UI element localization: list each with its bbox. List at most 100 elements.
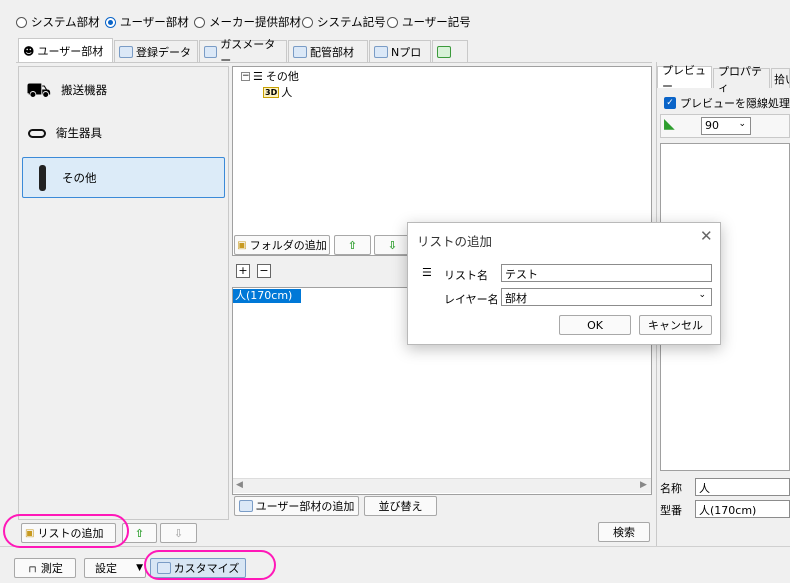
tree-child-item[interactable]: 3D 人 [263, 84, 292, 100]
list-item-selected[interactable]: 人(170cm) [233, 289, 301, 303]
ruler-icon: ┌┐ [27, 563, 38, 573]
category-label: その他 [62, 170, 97, 185]
tab-user-parts[interactable]: ☻ ユーザー部材 [18, 38, 113, 63]
move-down-button[interactable]: ⇩ [374, 235, 411, 255]
cancel-label: キャンセル [648, 319, 703, 332]
person-icon [39, 164, 46, 191]
scroll-left-icon[interactable]: ◀ [236, 480, 243, 490]
tab-label: プレビュー [662, 63, 706, 93]
chevron-down-icon: ⌄ [738, 119, 746, 129]
tab-divider [16, 62, 652, 63]
list-name-input[interactable]: テスト [501, 264, 712, 282]
arrow-down-icon: ⇩ [387, 238, 398, 252]
add-list-dialog: リストの追加 ✕ ☰ リスト名 テスト レイヤー名 部材 ⌄ OK キャンセル [407, 222, 721, 345]
ok-button[interactable]: OK [559, 315, 631, 335]
radio-maker-parts[interactable]: メーカー提供部材 [194, 14, 301, 30]
cube-icon [374, 45, 388, 58]
radio-dot [302, 16, 313, 28]
arrow-down-icon: ⇩ [173, 526, 184, 540]
layer-value: 部材 [505, 292, 527, 305]
checkbox-label: プレビューを隠線処理す [680, 97, 790, 110]
measure-button[interactable]: ┌┐ 測定 [14, 558, 76, 578]
dialog-title: リストの追加 [417, 234, 493, 249]
radio-user-parts[interactable]: ユーザー部材 [105, 14, 189, 30]
category-sanitary[interactable]: 衛生器具 [22, 113, 225, 153]
layer-name-label: レイヤー名 [444, 293, 499, 306]
radio-label: システム部材 [31, 15, 100, 29]
tab-label: 拾い [774, 72, 789, 86]
scroll-right-icon[interactable]: ▶ [640, 480, 647, 490]
tab-label: Nプロ [391, 45, 422, 59]
category-other[interactable]: その他 [22, 157, 225, 198]
radio-system-parts[interactable]: システム部材 [16, 14, 100, 30]
list-move-down-button[interactable]: ⇩ [160, 523, 197, 543]
tab-pickup[interactable]: 拾い [771, 68, 790, 88]
collapse-all-icon[interactable]: − [257, 264, 271, 278]
add-user-part-button[interactable]: ユーザー部材の追加 [234, 496, 359, 516]
category-conveyor[interactable]: ⛟ 搬送機器 [22, 70, 225, 110]
move-up-button[interactable]: ⇧ [334, 235, 371, 255]
radio-label: ユーザー部材 [120, 15, 189, 29]
tab-extra[interactable] [432, 40, 468, 62]
zoom-select[interactable]: 90 ⌄ [701, 117, 751, 135]
radio-label: ユーザー記号 [402, 15, 471, 29]
checkmark-icon: ✓ [664, 97, 676, 109]
list-icon: ☰ [253, 69, 263, 83]
tree-child-label: 人 [281, 86, 293, 99]
name-label: 名称 [660, 482, 682, 495]
list-icon: ☰ [422, 266, 432, 279]
expand-all-icon[interactable]: + [236, 264, 250, 278]
tab-label: ユーザー部材 [37, 45, 104, 58]
cancel-button[interactable]: キャンセル [639, 315, 712, 335]
cube-icon [204, 45, 218, 58]
close-icon[interactable]: ✕ [700, 227, 713, 245]
category-label: 搬送機器 [61, 83, 108, 97]
tab-registered-data[interactable]: 登録データ [114, 40, 198, 62]
refresh-icon [437, 45, 451, 58]
user-icon: ☻ [23, 44, 35, 58]
tab-label: 登録データ [136, 45, 191, 59]
radio-system-symbol[interactable]: システム記号 [302, 14, 386, 30]
toilet-icon [28, 128, 46, 138]
radio-dot [387, 16, 398, 28]
radio-label: メーカー提供部材 [209, 15, 301, 29]
search-button[interactable]: 検索 [598, 522, 650, 542]
highlight-circle [3, 514, 129, 548]
name-field[interactable]: 人 [695, 478, 790, 496]
add-folder-button[interactable]: ▣ フォルダの追加 [234, 235, 330, 255]
arrow-up-icon: ⇧ [347, 238, 358, 252]
cube-icon [238, 500, 253, 512]
cube-icon [119, 45, 133, 58]
dropdown-arrow-icon: ▼ [136, 563, 143, 573]
radio-dot [16, 16, 27, 28]
tab-gas-meter[interactable]: ガスメーター [199, 38, 287, 67]
layer-name-select[interactable]: 部材 ⌄ [501, 288, 712, 306]
settings-dropdown[interactable]: 設定 ▼ [84, 558, 146, 578]
search-label: 検索 [613, 526, 635, 539]
hidden-line-checkbox[interactable]: ✓ プレビューを隠線処理す [664, 95, 790, 111]
cube-icon [293, 45, 307, 58]
flag-icon[interactable]: ◣ [664, 116, 694, 136]
tab-piping-parts[interactable]: 配管部材 [288, 40, 368, 62]
collapse-icon[interactable]: − [241, 71, 250, 81]
conveyor-icon: ⛟ [26, 78, 52, 102]
measure-label: 測定 [40, 562, 63, 575]
radio-user-symbol[interactable]: ユーザー記号 [387, 14, 471, 30]
model-label: 型番 [660, 504, 682, 517]
tree-root-label: その他 [265, 70, 299, 83]
highlight-circle [144, 550, 276, 580]
ok-label: OK [587, 318, 603, 332]
radio-label: システム記号 [317, 15, 386, 29]
tab-preview[interactable]: プレビュー [657, 64, 712, 93]
tab-properties[interactable]: プロパティ [713, 65, 770, 94]
horizontal-scrollbar[interactable] [233, 478, 651, 493]
sort-button[interactable]: 並び替え [364, 496, 437, 516]
tab-n-pro[interactable]: Nプロ [369, 40, 431, 62]
tree-root-item[interactable]: − ☰ その他 [241, 68, 299, 84]
radio-dot [194, 16, 205, 28]
model-field[interactable]: 人(170cm) [695, 500, 790, 518]
folder-icon: ▣ [237, 239, 247, 251]
tab-label: 配管部材 [310, 45, 354, 59]
sort-label: 並び替え [378, 500, 423, 513]
radio-dot [105, 16, 116, 28]
